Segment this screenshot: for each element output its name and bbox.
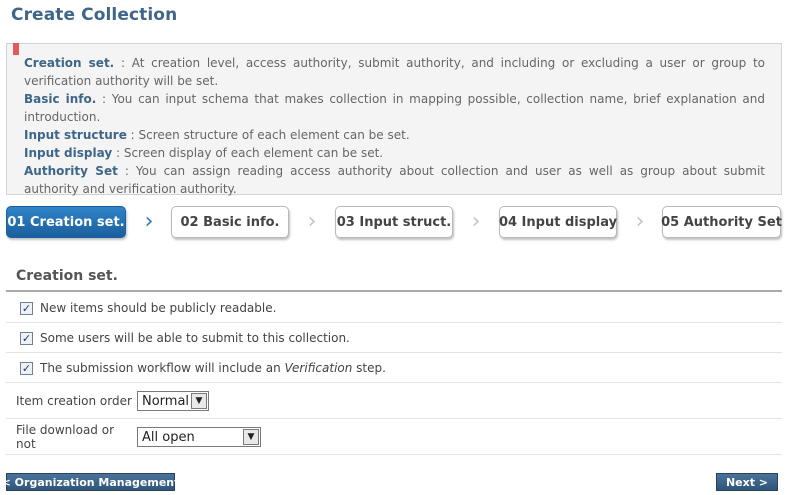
- option-submit-users: ✓ Some users will be able to submit to t…: [6, 324, 782, 353]
- info-term: Authority Set: [24, 164, 118, 178]
- info-box: Creation set. : At creation level, acces…: [6, 43, 782, 198]
- public-readable-checkbox[interactable]: ✓: [20, 301, 33, 315]
- page-title: Create Collection: [11, 5, 178, 25]
- select-value: Normal: [142, 393, 190, 409]
- chevron-right-icon: ›: [471, 209, 481, 234]
- step-creation-set[interactable]: 01 Creation set.: [6, 206, 126, 238]
- info-term: Basic info.: [24, 92, 97, 106]
- step-input-struct[interactable]: 03 Input struct.: [335, 206, 453, 238]
- info-item-input-structure: Input structure : Screen structure of ea…: [24, 126, 765, 144]
- step-authority-set[interactable]: 05 Authority Set: [661, 206, 782, 238]
- submit-users-checkbox[interactable]: ✓: [20, 331, 33, 345]
- step-input-display[interactable]: 04 Input display: [499, 206, 617, 238]
- creation-order-label: Item creation order: [16, 394, 132, 408]
- chevron-right-icon: ›: [635, 209, 645, 234]
- checkmark-icon: ✓: [21, 361, 32, 375]
- info-desc: : You can assign reading access authorit…: [24, 164, 765, 196]
- info-desc: : Screen display of each element can be …: [112, 146, 384, 160]
- file-download-select[interactable]: All open ▼: [137, 427, 261, 447]
- creation-order-select[interactable]: Normal ▼: [137, 391, 209, 411]
- option-public-readable: ✓ New items should be publicly readable.: [6, 294, 782, 323]
- checkmark-icon: ✓: [21, 301, 32, 315]
- file-download-label: File download or not: [16, 423, 115, 451]
- info-desc: : At creation level, access authority, s…: [24, 56, 765, 88]
- info-item-basic: Basic info. : You can input schema that …: [24, 90, 765, 126]
- section-title: Creation set.: [16, 268, 118, 284]
- info-desc: : You can input schema that makes collec…: [24, 92, 765, 124]
- organization-management-button[interactable]: < Organization Management: [2, 473, 179, 491]
- section-divider: [6, 290, 782, 292]
- dropdown-arrow-icon[interactable]: ▼: [191, 393, 207, 409]
- field-file-download: File download or not All open ▼: [6, 420, 782, 455]
- info-term: Input structure: [24, 128, 127, 142]
- step-basic-info[interactable]: 02 Basic info.: [171, 206, 289, 238]
- option-label: The submission workflow will include an …: [40, 361, 386, 375]
- option-verification: ✓ The submission workflow will include a…: [6, 354, 782, 383]
- info-term: Creation set.: [24, 56, 115, 70]
- option-label: Some users will be able to submit to thi…: [40, 331, 350, 345]
- field-creation-order: Item creation order Normal ▼: [6, 384, 782, 419]
- info-item-input-display: Input display : Screen display of each e…: [24, 144, 765, 162]
- dropdown-arrow-icon[interactable]: ▼: [243, 429, 259, 445]
- verification-checkbox[interactable]: ✓: [20, 361, 33, 375]
- info-term: Input display: [24, 146, 113, 160]
- step-wizard: 01 Creation set. › 02 Basic info. › 03 I…: [6, 206, 782, 240]
- info-desc: : Screen structure of each element can b…: [126, 128, 410, 142]
- chevron-right-icon: ›: [307, 209, 317, 234]
- info-item-creation: Creation set. : At creation level, acces…: [24, 54, 765, 90]
- bookmark-icon: [13, 43, 19, 55]
- next-button[interactable]: Next >: [716, 473, 778, 491]
- chevron-right-icon: ›: [144, 209, 154, 234]
- option-label: New items should be publicly readable.: [40, 301, 277, 315]
- select-value: All open: [142, 429, 195, 445]
- info-item-authority: Authority Set : You can assign reading a…: [24, 162, 765, 198]
- checkmark-icon: ✓: [21, 331, 32, 345]
